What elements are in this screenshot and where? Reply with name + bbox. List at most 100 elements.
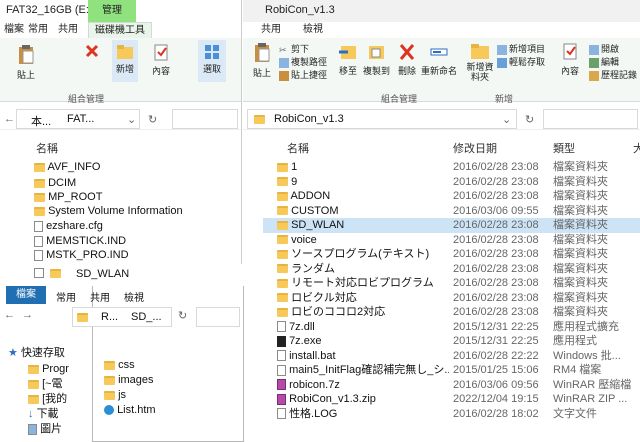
left-path-chevron-icon[interactable]: ⌄: [127, 113, 136, 126]
left-search-box[interactable]: [172, 109, 238, 129]
small-path-box[interactable]: R... SD_...: [72, 307, 172, 327]
list-item[interactable]: MEMSTICK.IND: [34, 234, 234, 249]
left-tab-home[interactable]: 常用: [22, 22, 54, 38]
right-path-box[interactable]: RobiCon_v1.3 ⌄: [247, 109, 517, 129]
small-refresh-icon[interactable]: ↻: [178, 309, 187, 322]
easy-access-button[interactable]: 輕鬆存取: [497, 55, 545, 68]
folder-icon: [104, 375, 115, 385]
right-refresh-icon[interactable]: ↻: [525, 113, 534, 126]
table-row[interactable]: SD_WLAN 2016/02/28 23:08 檔案資料夾: [263, 218, 640, 233]
list-item-name: System Volume Information: [48, 205, 183, 217]
copy-path-button[interactable]: 複製路徑: [279, 55, 327, 68]
table-row[interactable]: 9 2016/02/28 23:08 檔案資料夾: [263, 175, 640, 190]
list-item[interactable]: DCIM: [34, 176, 234, 191]
list-item[interactable]: MSTK_PRO.IND: [34, 248, 234, 263]
new-item-button[interactable]: 新增項目: [497, 42, 545, 55]
row-name: robicon.7z: [289, 378, 340, 391]
left-tab-drive-tools[interactable]: 磁碟機工具: [88, 22, 152, 38]
right-paste-button[interactable]: 貼上: [249, 42, 275, 79]
left-delete-button[interactable]: [82, 44, 102, 60]
list-item[interactable]: js: [104, 388, 126, 403]
folder-icon: [34, 206, 45, 216]
small-path-crumb-2[interactable]: SD_...: [131, 311, 162, 323]
table-row[interactable]: 1 2016/02/28 23:08 檔案資料夾: [263, 160, 640, 175]
column-size[interactable]: 大: [633, 140, 640, 156]
left-tab-share[interactable]: 共用: [52, 22, 84, 38]
rename-label: 重新命名: [421, 66, 458, 76]
row-type: 檔案資料夾: [553, 306, 608, 318]
table-row[interactable]: ロビクル対応 2016/02/28 23:08 檔案資料夾: [263, 291, 640, 306]
delete-button[interactable]: 刪除: [395, 42, 419, 77]
new-folder-label: 新增資料夾: [466, 62, 494, 82]
right-search-box[interactable]: [543, 109, 638, 129]
small-tab-home[interactable]: 常用: [56, 289, 76, 304]
table-row[interactable]: ランダム 2016/02/28 23:08 檔案資料夾: [263, 262, 640, 277]
list-item[interactable]: AVF_INFO: [34, 160, 234, 175]
right-properties-button[interactable]: 內容: [557, 42, 583, 77]
list-item[interactable]: System Volume Information: [34, 204, 234, 219]
table-row[interactable]: CUSTOM 2016/03/06 09:55 檔案資料夾: [263, 204, 640, 219]
list-item-name: js: [118, 389, 127, 401]
list-item[interactable]: images: [104, 373, 154, 388]
table-row[interactable]: 性格.LOG 2016/02/28 18:02 文字文件: [263, 407, 640, 422]
cut-button[interactable]: ✂ 剪下: [279, 42, 309, 55]
left-properties-button[interactable]: 內容: [148, 44, 174, 77]
table-row[interactable]: install.bat 2016/02/28 22:22 Windows 批...: [263, 349, 640, 364]
table-row[interactable]: RobiCon_v1.3.zip 2022/12/04 19:15 WinRAR Z…: [263, 392, 640, 407]
list-item[interactable]: MP_ROOT: [34, 190, 234, 205]
left-refresh-icon[interactable]: ↻: [148, 113, 157, 126]
list-item-name: List.htm: [117, 404, 156, 416]
table-row[interactable]: 7z.exe 2015/12/31 22:25 應用程式: [263, 334, 640, 349]
small-tab-file[interactable]: 檔案: [6, 286, 46, 304]
history-label: 歷程記錄: [601, 70, 638, 80]
column-type[interactable]: 類型: [553, 140, 575, 156]
history-button[interactable]: 歷程記錄: [589, 68, 637, 81]
left-paste-button[interactable]: 貼上: [12, 44, 40, 81]
left-new-button[interactable]: 新增: [112, 40, 138, 82]
small-forward-arrow-icon[interactable]: →: [22, 309, 33, 321]
manage-context-tab[interactable]: 管理: [88, 0, 136, 22]
edit-button[interactable]: 編輯: [589, 55, 619, 68]
column-date[interactable]: 修改日期: [453, 140, 497, 156]
table-row[interactable]: ADDON 2016/02/28 23:08 檔案資料夾: [263, 189, 640, 204]
small-search-box[interactable]: [196, 307, 240, 327]
small-folder-icon: [50, 269, 61, 278]
table-row[interactable]: 7z.dll 2015/12/31 22:25 應用程式擴充: [263, 320, 640, 335]
table-row[interactable]: リモート対応ロビプログラム 2016/02/28 23:08 檔案資料夾: [263, 276, 640, 291]
list-item[interactable]: css: [104, 358, 135, 373]
paste-shortcut-button[interactable]: 貼上捷徑: [279, 68, 327, 81]
left-path-crumb-1[interactable]: 本...: [31, 113, 51, 129]
left-path-box[interactable]: 本... FAT... ⌄: [16, 109, 140, 129]
table-row[interactable]: voice 2016/02/28 23:08 檔案資料夾: [263, 233, 640, 248]
small-qat-icon[interactable]: [34, 268, 44, 278]
table-row[interactable]: ソースプログラム(テキスト) 2016/02/28 23:08 檔案資料夾: [263, 247, 640, 262]
rename-button[interactable]: 重新命名: [421, 42, 457, 77]
column-name[interactable]: 名稱: [287, 140, 309, 156]
row-name: RobiCon_v1.3.zip: [289, 393, 376, 405]
small-tab-share[interactable]: 共用: [90, 289, 110, 304]
small-tab-view[interactable]: 檢視: [124, 289, 144, 304]
left-column-name[interactable]: 名稱: [36, 140, 58, 156]
list-item[interactable]: ezshare.cfg: [34, 219, 234, 234]
table-row[interactable]: robicon.7z 2016/03/06 09:56 WinRAR 壓縮檔: [263, 378, 640, 393]
copy-to-button[interactable]: 複製到: [363, 42, 390, 77]
table-row[interactable]: ロビのココロ2対応 2016/02/28 23:08 檔案資料夾: [263, 305, 640, 320]
left-back-arrow-icon[interactable]: ←: [4, 113, 15, 125]
small-path-crumb-1[interactable]: R...: [101, 311, 118, 323]
left-ribbon: 貼上 新增 內容 選取 組合管理: [0, 38, 241, 104]
left-path-crumb-2[interactable]: FAT...: [67, 113, 94, 125]
right-path-chevron-icon[interactable]: ⌄: [502, 113, 511, 126]
folder-icon: [277, 220, 288, 230]
row-type: 檔案資料夾: [553, 248, 608, 260]
table-row[interactable]: main5_InitFlag確認補完無し_シ... 2015/01/25 15:0…: [263, 363, 640, 378]
right-path-crumb[interactable]: RobiCon_v1.3: [274, 113, 344, 125]
open-button[interactable]: 開啟: [589, 42, 619, 55]
right-tab-share[interactable]: 共用: [255, 22, 287, 38]
right-tab-view[interactable]: 檢視: [297, 22, 329, 38]
row-date: 2016/02/28 23:08: [453, 262, 539, 275]
left-select-button[interactable]: 選取: [198, 40, 226, 82]
list-item[interactable]: List.htm: [104, 403, 156, 418]
small-back-arrow-icon[interactable]: ←: [4, 309, 15, 321]
move-to-button[interactable]: 移至: [335, 42, 361, 77]
new-folder-button[interactable]: 新增資料夾: [465, 42, 495, 82]
